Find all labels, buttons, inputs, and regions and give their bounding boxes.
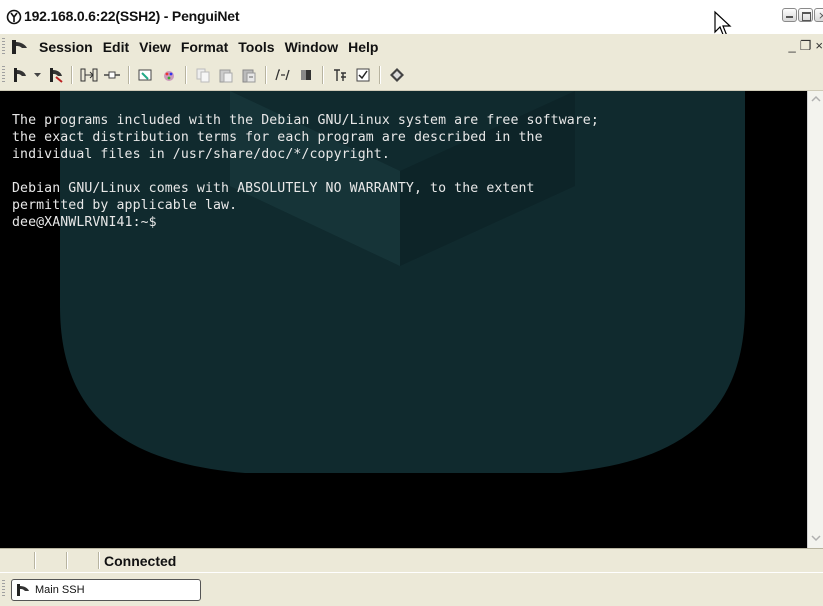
menu-grip[interactable] [2, 38, 5, 56]
session-tab-label: Main SSH [35, 584, 85, 596]
menu-bar: Session Edit View Format Tools Window He… [0, 34, 823, 60]
paste-icon[interactable] [217, 66, 235, 84]
scroll-up-icon[interactable] [811, 95, 821, 105]
terminal-view[interactable]: The programs included with the Debian GN… [0, 91, 807, 548]
toolbar-grip[interactable] [2, 66, 5, 84]
paste-special-icon[interactable] [240, 66, 258, 84]
status-divider [98, 552, 100, 569]
menu-session[interactable]: Session [34, 39, 98, 55]
minimize-button[interactable] [782, 8, 797, 22]
checklist-icon[interactable] [354, 66, 372, 84]
terminal-output: The programs included with the Debian GN… [12, 112, 599, 231]
window-title: 192.168.0.6:22(SSH2) - PenguiNet [24, 8, 240, 24]
copy-icon[interactable] [194, 66, 212, 84]
terminal-scrollbar[interactable] [807, 91, 823, 548]
help-book-icon[interactable] [388, 66, 406, 84]
maximize-button[interactable] [798, 8, 813, 22]
color-icon[interactable] [297, 66, 315, 84]
toolbar-separator [71, 66, 73, 84]
terminal-line: permitted by applicable law. [12, 198, 238, 213]
font-icon[interactable] [274, 66, 292, 84]
mdi-restore-button[interactable]: ❐ [800, 38, 812, 54]
paint-icon[interactable] [160, 66, 178, 84]
session-icon [17, 584, 29, 596]
session-taskbar: Main SSH [0, 572, 823, 606]
session-tab-main-ssh[interactable]: Main SSH [11, 579, 201, 601]
terminal-prompt: dee@XANWLRVNI41:~$ [12, 215, 157, 230]
connect-icon[interactable] [10, 66, 28, 84]
terminal-line: the exact distribution terms for each pr… [12, 130, 543, 145]
menu-view[interactable]: View [134, 39, 176, 55]
disconnect-icon[interactable] [46, 66, 64, 84]
menu-tools[interactable]: Tools [233, 39, 279, 55]
taskbar-grip[interactable] [2, 580, 5, 598]
toolbar [0, 60, 823, 91]
sftp-icon[interactable] [80, 66, 98, 84]
scripts-icon[interactable] [331, 66, 349, 84]
terminal-line: individual files in /usr/share/doc/*/cop… [12, 147, 390, 162]
menu-format[interactable]: Format [176, 39, 233, 55]
toolbar-separator [128, 66, 130, 84]
status-bar: Connected [0, 548, 823, 572]
port-forward-icon[interactable] [103, 66, 121, 84]
menu-edit[interactable]: Edit [98, 39, 134, 55]
status-divider [66, 552, 68, 569]
menu-window[interactable]: Window [280, 39, 344, 55]
connection-status: Connected [104, 553, 177, 569]
toolbar-separator [185, 66, 187, 84]
keygen-icon[interactable] [137, 66, 155, 84]
status-divider [34, 552, 36, 569]
terminal-line: Debian GNU/Linux comes with ABSOLUTELY N… [12, 181, 535, 196]
toolbar-separator [322, 66, 324, 84]
mdi-close-button[interactable]: × [815, 38, 823, 54]
toolbar-separator [265, 66, 267, 84]
session-logo-icon [12, 40, 27, 54]
close-button[interactable]: × [814, 8, 823, 22]
terminal-line: The programs included with the Debian GN… [12, 113, 599, 128]
penguinet-app-icon [6, 9, 22, 25]
toolbar-separator [379, 66, 381, 84]
menu-help[interactable]: Help [343, 39, 383, 55]
dropdown-arrow-icon[interactable] [33, 66, 41, 84]
scroll-down-icon[interactable] [811, 534, 821, 544]
mdi-minimize-button[interactable]: _ [789, 38, 796, 54]
title-bar[interactable]: 192.168.0.6:22(SSH2) - PenguiNet × [0, 0, 823, 38]
